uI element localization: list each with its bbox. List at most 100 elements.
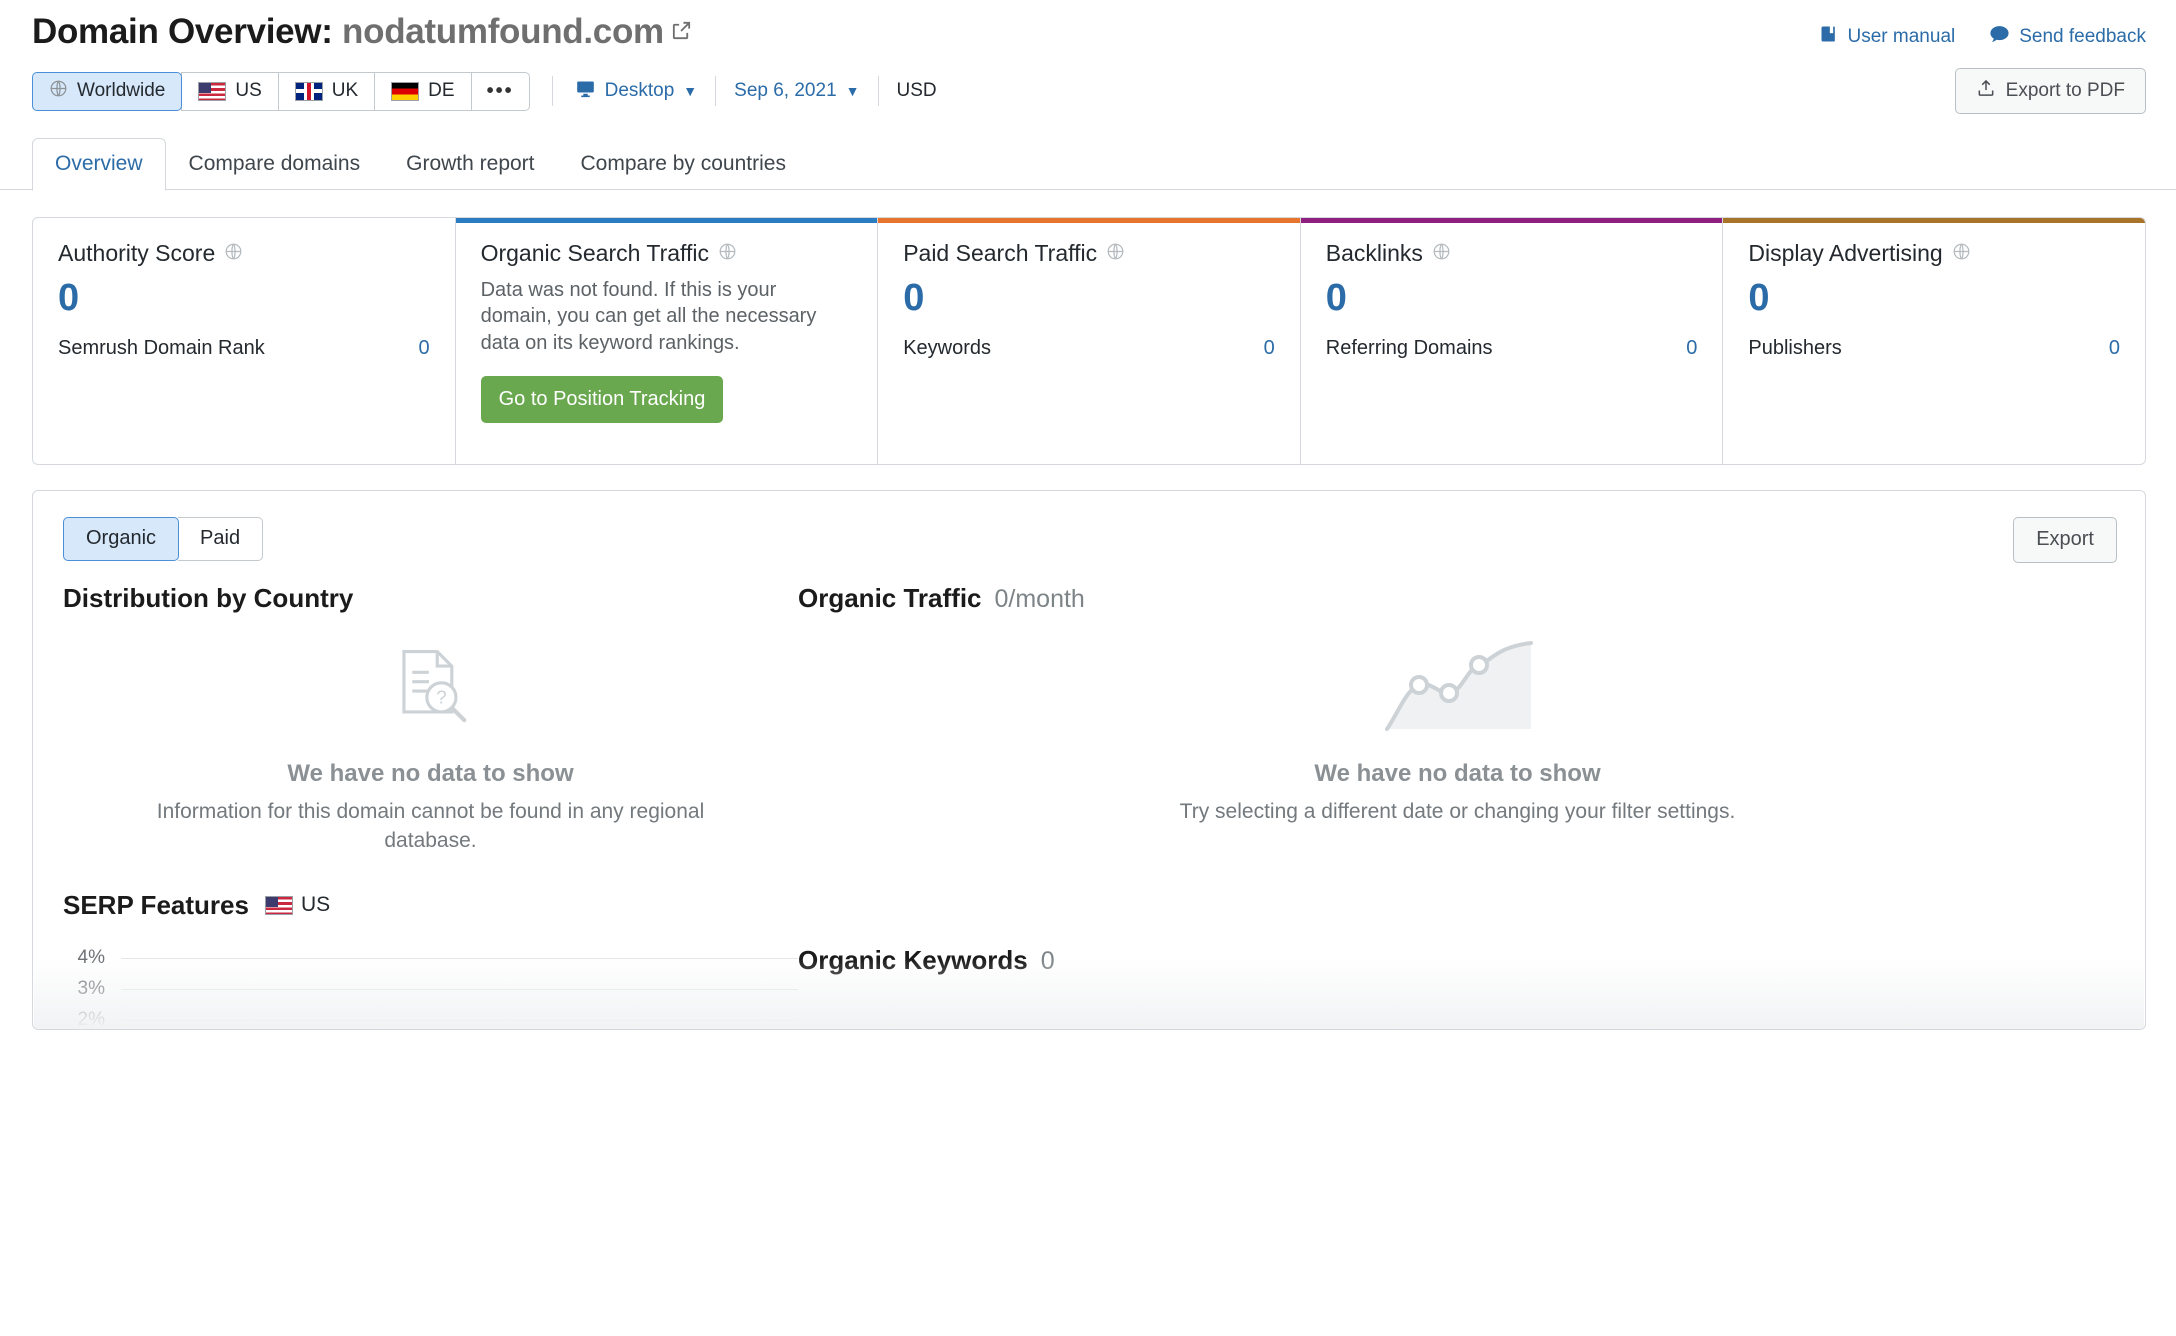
chart-gridline <box>121 1019 798 1021</box>
db-label-uk: UK <box>331 80 359 102</box>
card-accent-bar <box>1723 217 2145 223</box>
card-display-advertising: Display Advertising 0 Publishers 0 <box>1723 217 2145 464</box>
external-link-icon[interactable] <box>670 11 693 51</box>
card-accent-bar <box>455 217 878 223</box>
globe-icon <box>49 79 68 104</box>
globe-info-icon[interactable] <box>224 240 243 267</box>
tab-compare-domains[interactable]: Compare domains <box>166 138 384 190</box>
flag-de-icon <box>391 81 420 101</box>
toggle-paid[interactable]: Paid <box>178 516 264 561</box>
publishers-value[interactable]: 0 <box>2109 337 2120 360</box>
divider <box>877 76 879 107</box>
divider <box>715 76 717 107</box>
organic-traffic-empty-state: We have no data to show Try selecting a … <box>798 614 2117 827</box>
db-label-de: DE <box>428 80 455 102</box>
organic-keywords-value: 0 <box>1040 946 1055 975</box>
lower-panel: Organic Paid Export Distribution by Coun… <box>32 489 2146 1030</box>
organic-traffic-empty-title: We have no data to show <box>1314 759 1601 787</box>
tab-compare-by-countries[interactable]: Compare by countries <box>558 138 809 190</box>
flag-uk-icon <box>294 81 323 101</box>
distribution-heading: Distribution by Country <box>63 583 798 614</box>
divider <box>551 76 553 107</box>
chart-gridline <box>121 957 798 959</box>
organic-traffic-heading: Organic Traffic 0/month <box>798 583 2117 614</box>
serp-features-chart: 4% 3% 2% <box>63 943 798 1029</box>
globe-info-icon[interactable] <box>1432 240 1451 267</box>
card-organic-search-traffic-title: Organic Search Traffic <box>481 240 853 267</box>
tab-overview[interactable]: Overview <box>32 137 166 191</box>
distribution-empty-state: ? We have no data to show Information fo… <box>63 614 798 856</box>
card-backlinks-title: Backlinks <box>1326 240 1698 267</box>
user-manual-link[interactable]: User manual <box>1819 24 1955 50</box>
line-chart-icon <box>798 636 2117 742</box>
organic-keywords-heading-label: Organic Keywords <box>798 944 1028 975</box>
db-button-de[interactable]: DE <box>374 71 471 111</box>
page-title-prefix: Domain Overview: <box>32 12 333 51</box>
header-links: User manual Send feedback <box>1819 12 2146 50</box>
card-authority-score-label: Authority Score <box>58 239 216 266</box>
serp-features-country: US <box>264 893 331 917</box>
chart-gridline-row: 4% <box>63 943 798 974</box>
export-to-pdf-button[interactable]: Export to PDF <box>1954 67 2146 114</box>
card-paid-search-traffic-foot: Keywords 0 <box>903 337 1275 360</box>
db-button-more[interactable]: ••• <box>470 71 530 111</box>
distribution-empty-sub: Information for this domain cannot be fo… <box>156 799 705 852</box>
globe-info-icon[interactable] <box>1952 240 1971 267</box>
globe-info-icon[interactable] <box>1106 240 1125 267</box>
card-backlinks-label: Backlinks <box>1325 239 1423 266</box>
distribution-heading-label: Distribution by Country <box>63 582 354 613</box>
flag-us-icon <box>198 81 227 101</box>
card-paid-search-traffic-label: Paid Search Traffic <box>903 239 1098 266</box>
document-search-icon: ? <box>63 636 798 742</box>
card-paid-search-traffic-title: Paid Search Traffic <box>903 240 1275 267</box>
tab-growth-report-label: Growth report <box>406 152 535 176</box>
card-display-advertising-foot: Publishers 0 <box>1748 337 2120 360</box>
serp-features-heading-label: SERP Features <box>63 889 249 920</box>
tab-growth-report[interactable]: Growth report <box>383 138 557 190</box>
tabs-row: Overview Compare domains Growth report C… <box>0 133 2176 191</box>
db-button-worldwide[interactable]: Worldwide <box>32 71 183 111</box>
tabs: Overview Compare domains Growth report C… <box>0 133 2176 191</box>
organic-traffic-column: Organic Traffic 0/month We have no data … <box>798 583 2117 1029</box>
date-selector[interactable]: Sep 6, 2021 ▼ <box>734 80 859 102</box>
referring-domains-value[interactable]: 0 <box>1686 337 1697 360</box>
send-feedback-label: Send feedback <box>2019 26 2146 47</box>
keywords-value[interactable]: 0 <box>1264 337 1275 360</box>
db-button-uk[interactable]: UK <box>277 71 375 111</box>
organic-paid-toggle: Organic Paid <box>63 516 264 561</box>
db-label-worldwide: Worldwide <box>77 80 166 102</box>
device-selector[interactable]: Desktop ▼ <box>575 78 697 105</box>
device-label: Desktop <box>604 80 675 102</box>
organic-traffic-heading-label: Organic Traffic <box>798 582 982 613</box>
metric-cards: Authority Score 0 Semrush Domain Rank 0 … <box>32 216 2146 465</box>
flag-us-icon <box>264 895 293 915</box>
toggle-organic[interactable]: Organic <box>63 516 180 561</box>
card-paid-search-traffic: Paid Search Traffic 0 Keywords 0 <box>878 217 1301 464</box>
card-authority-score-value: 0 <box>58 276 80 319</box>
svg-text:?: ? <box>436 686 446 707</box>
go-to-position-tracking-button[interactable]: Go to Position Tracking <box>480 375 724 423</box>
card-authority-score-title: Authority Score <box>58 240 430 267</box>
metric-cards-wrap: Authority Score 0 Semrush Domain Rank 0 … <box>0 190 2176 465</box>
db-button-us[interactable]: US <box>181 71 278 111</box>
panel-columns: Distribution by Country ? We have no dat… <box>33 583 2145 1029</box>
serp-features-country-label: US <box>300 893 331 917</box>
organic-keywords-heading: Organic Keywords 0 <box>798 945 2117 976</box>
lower-panel-wrap: Organic Paid Export Distribution by Coun… <box>0 465 2176 1030</box>
organic-traffic-value: 0/month <box>994 584 1085 613</box>
card-display-advertising-title: Display Advertising <box>1748 240 2120 267</box>
chart-gridline <box>121 988 798 990</box>
chart-ytick-label: 4% <box>77 947 105 969</box>
book-icon <box>1819 24 1839 50</box>
send-feedback-link[interactable]: Send feedback <box>1989 24 2146 50</box>
card-backlinks-foot: Referring Domains 0 <box>1326 337 1698 360</box>
tab-overview-label: Overview <box>55 152 143 176</box>
currency-label: USD <box>896 80 937 102</box>
desktop-icon <box>575 78 596 105</box>
card-accent-bar <box>1300 217 1723 223</box>
export-button[interactable]: Export <box>2013 516 2117 563</box>
semrush-domain-rank-value[interactable]: 0 <box>418 337 429 360</box>
card-authority-score: Authority Score 0 Semrush Domain Rank 0 <box>33 217 456 464</box>
distribution-column: Distribution by Country ? We have no dat… <box>63 583 798 1029</box>
globe-info-icon[interactable] <box>718 240 737 267</box>
